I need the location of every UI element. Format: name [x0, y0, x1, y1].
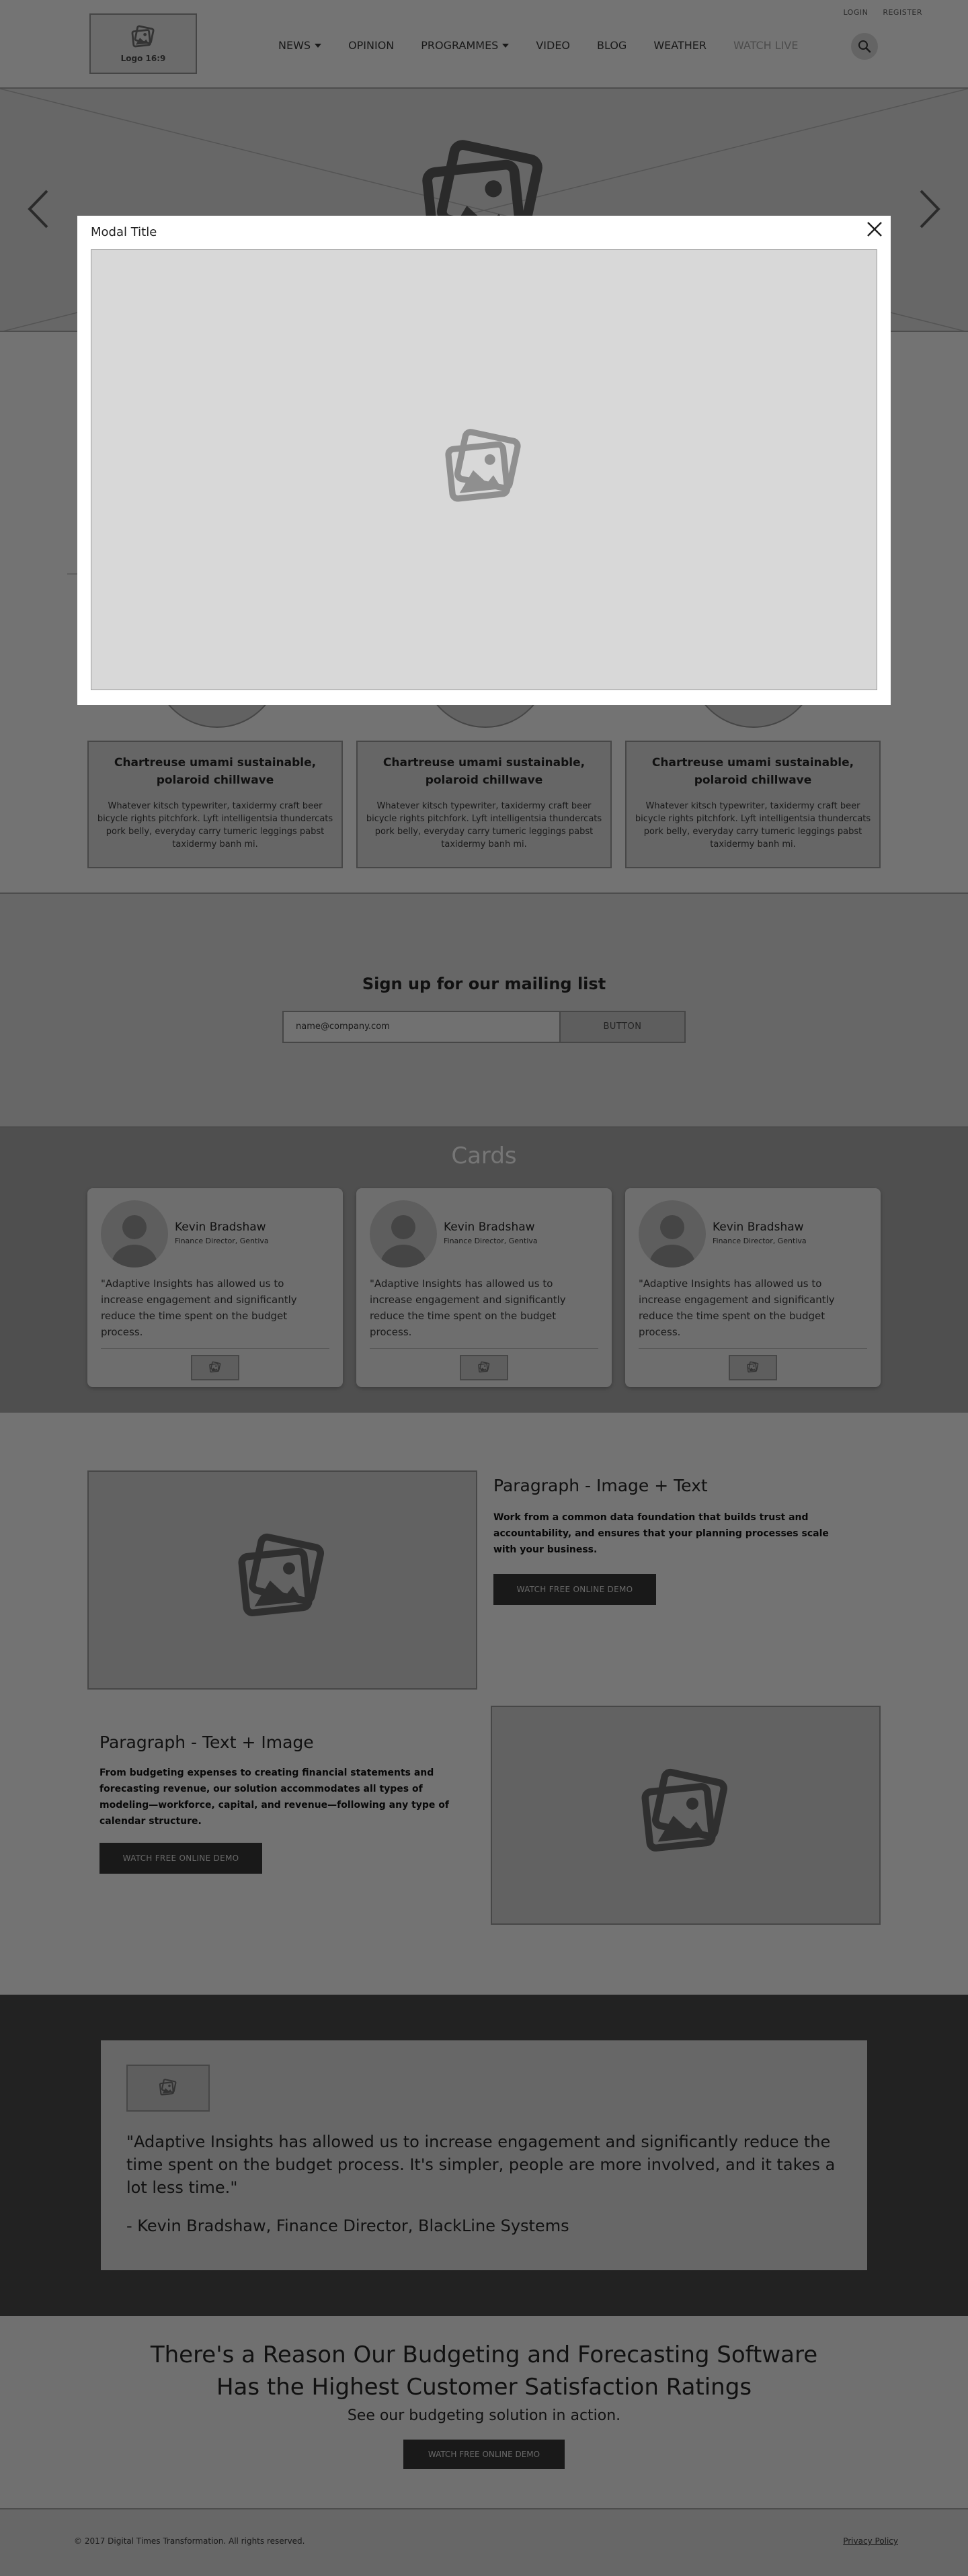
close-button[interactable] — [864, 218, 885, 240]
modal-dialog: Modal Title — [77, 216, 891, 705]
image-placeholder-icon — [434, 425, 534, 514]
modal-image-placeholder — [91, 249, 877, 690]
modal-title: Modal Title — [91, 225, 157, 239]
close-icon — [867, 222, 882, 237]
